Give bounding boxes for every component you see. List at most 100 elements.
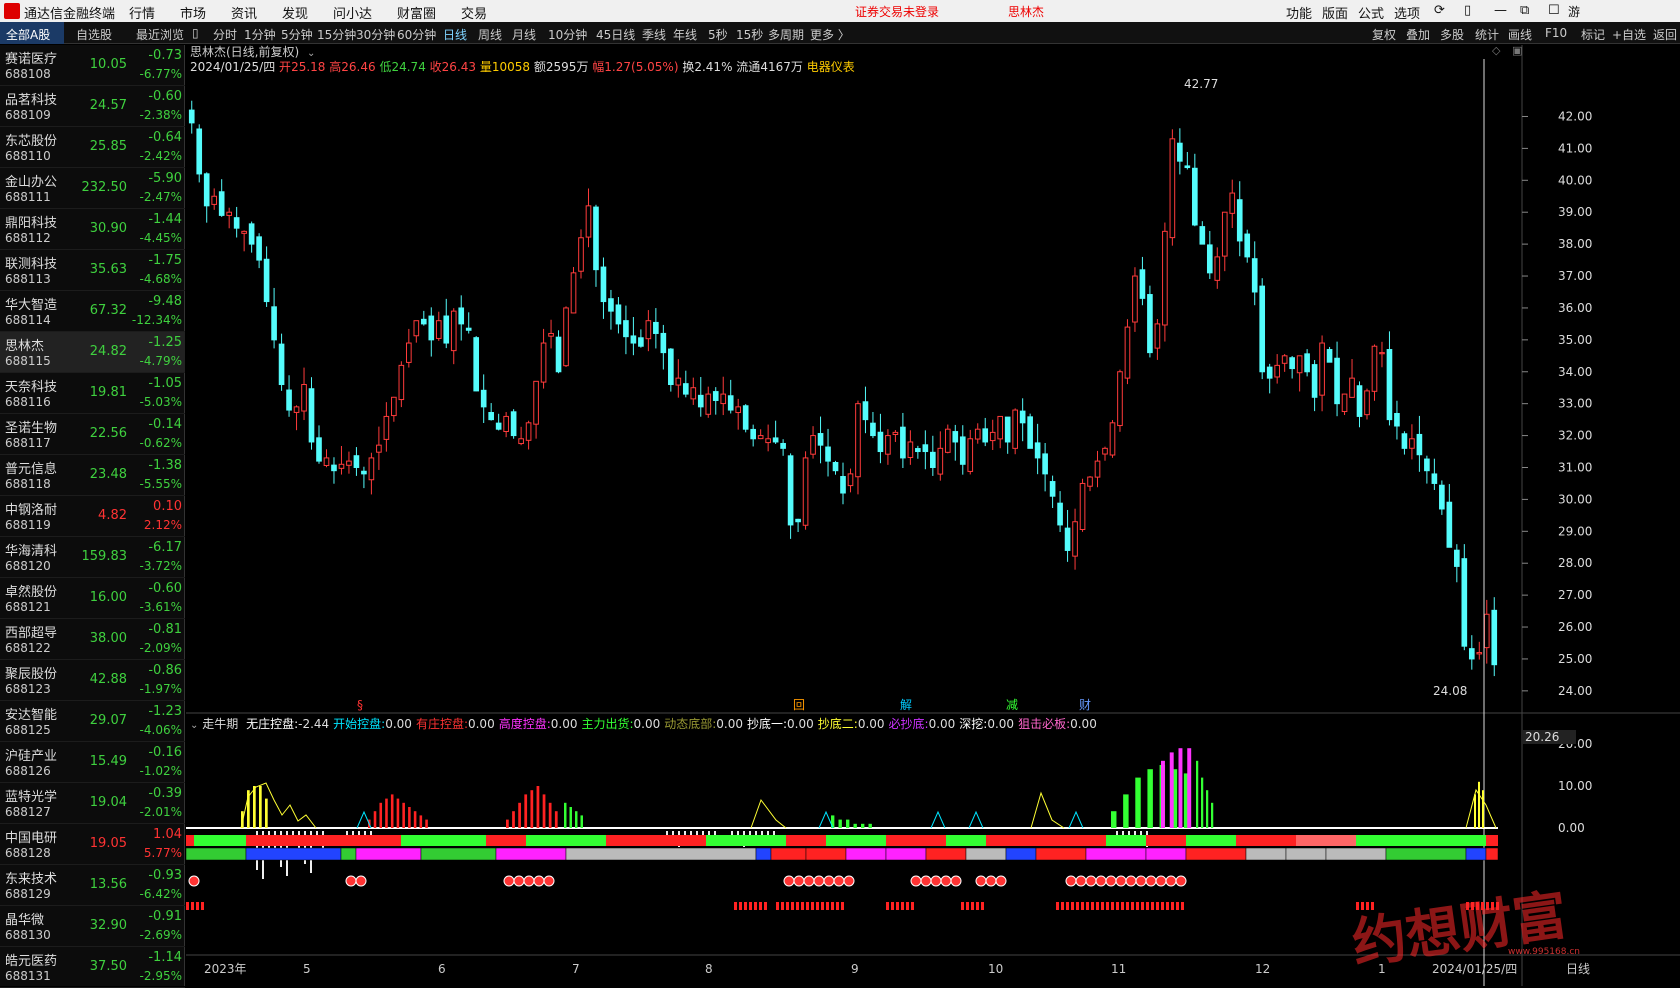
period-tab-8[interactable]: 月线 [512,26,536,43]
signal-pill [823,875,835,887]
stock-row[interactable]: 天奈科技 688116 19.81 -1.05 -5.03% [0,373,185,414]
candle [959,436,966,465]
candle [1206,244,1213,274]
signal-pill [1155,875,1167,887]
refresh-icon[interactable]: ⟳ [1434,3,1445,18]
signal-pill [1065,875,1077,887]
y-tick-label: 35.00 [1558,333,1592,347]
signal-band-1 [1106,835,1146,846]
period-tab-3[interactable]: 15分钟 [317,26,356,43]
period-tab-1[interactable]: 1分钟 [244,26,276,43]
indicator-dropdown-icon[interactable]: ⌄ [190,720,198,731]
stock-row[interactable]: 赛诺医疗 688108 10.05 -0.73 -6.77% [0,45,185,86]
period-tab-9[interactable]: 10分钟 [548,26,587,43]
signal-band-1 [946,835,986,846]
menu-function[interactable]: 功能 [1286,3,1312,22]
menu-formula[interactable]: 公式 [1358,3,1384,22]
stock-row[interactable]: 联测科技 688113 35.63 -1.75 -4.68% [0,250,185,291]
period-tab-16[interactable]: 更多 〉 [810,26,850,43]
period-tab-4[interactable]: 30分钟 [356,26,395,43]
period-tab-10[interactable]: 45日线 [596,26,635,43]
chart-tool-button-4[interactable]: 画线 [1508,26,1532,43]
menu-news[interactable]: 资讯 [231,3,257,22]
tab-watchlist[interactable]: 自选股 [70,22,118,44]
stock-row[interactable]: 西部超导 688122 38.00 -0.81 -2.09% [0,619,185,660]
chart-tool-button-8[interactable]: 返回 [1653,26,1677,43]
indicator-bar [506,819,509,828]
stock-row[interactable]: 鼎阳科技 688112 30.90 -1.44 -4.45% [0,209,185,250]
stock-row[interactable]: 华海清科 688120 159.83 -6.17 -3.72% [0,537,185,578]
signal-square [1131,902,1134,910]
period-tab-6[interactable]: 日线 [443,26,467,43]
login-notice[interactable]: 证券交易未登录 [855,3,939,20]
stock-row[interactable]: 东来技术 688129 13.56 -0.93 -6.42% [0,865,185,906]
period-tab-13[interactable]: 5秒 [708,26,728,43]
candle [1049,481,1056,497]
stock-price: 23.48 [89,467,127,482]
indicator-bar [1196,760,1199,828]
period-tab-2[interactable]: 5分钟 [281,26,313,43]
indicator-curve [1465,788,1497,829]
menu-market2[interactable]: 市场 [180,3,206,22]
stock-row[interactable]: 聚辰股份 688123 42.88 -0.86 -1.97% [0,660,185,701]
minimize-icon[interactable]: — [1494,3,1507,18]
candle [413,320,420,337]
menu-ask[interactable]: 问小达 [333,3,372,22]
signal-square [841,902,844,910]
signal-square [201,902,204,910]
stock-row[interactable]: 中国电研 688128 19.05 1.04 5.77% [0,824,185,865]
stock-price: 42.88 [89,672,127,687]
period-tab-11[interactable]: 季线 [642,26,666,43]
tab-recent[interactable]: 最近浏览 [130,22,190,44]
chart-tool-button-7[interactable]: +自选 [1612,26,1646,43]
indicator-value: 0.00 [633,717,661,731]
candle [1326,349,1333,363]
stock-row[interactable]: 晶华微 688130 32.90 -0.91 -2.69% [0,906,185,947]
menu-market[interactable]: 行情 [129,3,155,22]
indicator-name[interactable]: 走牛期 [202,717,238,731]
menu-options[interactable]: 选项 [1394,3,1420,22]
chart-tool-button-5[interactable]: F10 [1545,26,1567,40]
sidebar-toggle-icon[interactable]: ▯ [192,26,199,40]
stock-row[interactable]: 皓元医药 688131 37.50 -1.14 -2.95% [0,947,185,988]
chart-tool-button-3[interactable]: 统计 [1475,26,1499,43]
phone-icon[interactable]: ▯ [1464,3,1471,18]
stock-row[interactable]: 华大智造 688114 67.32 -9.48 -12.34% [0,291,185,332]
stock-row[interactable]: 安达智能 688125 29.07 -1.23 -4.06% [0,701,185,742]
stock-row[interactable]: 圣诺生物 688117 22.56 -0.14 -0.62% [0,414,185,455]
stock-code: 688123 [5,682,51,696]
stock-change: -1.14 [148,950,182,965]
signal-band-2 [755,847,772,861]
stock-row[interactable]: 蓝特光学 688127 19.04 -0.39 -2.01% [0,783,185,824]
menu-wealth[interactable]: 财富圈 [397,3,436,22]
chart-tool-button-1[interactable]: 叠加 [1406,26,1430,43]
restore-icon[interactable]: ⧉ [1520,3,1529,18]
stock-row[interactable]: 品茗科技 688109 24.57 -0.60 -2.38% [0,86,185,127]
stock-change: -9.48 [148,294,182,309]
stock-row[interactable]: 沪硅产业 688126 15.49 -0.16 -1.02% [0,742,185,783]
period-tab-5[interactable]: 60分钟 [397,26,436,43]
tab-all-a-shares[interactable]: 全部A股 [0,22,64,44]
stock-row[interactable]: 普元信息 688118 23.48 -1.38 -5.55% [0,455,185,496]
stock-row[interactable]: 思林杰 688115 24.82 -1.25 -4.79% [0,332,185,373]
stock-row[interactable]: 卓然股份 688121 16.00 -0.60 -3.61% [0,578,185,619]
menu-discover[interactable]: 发现 [282,3,308,22]
period-tab-0[interactable]: 分时 [213,26,237,43]
stock-row[interactable]: 中钢洛耐 688119 4.82 0.10 2.12% [0,496,185,537]
menu-layout[interactable]: 版面 [1322,3,1348,22]
signal-pill [1135,875,1147,887]
period-tab-14[interactable]: 15秒 [736,26,763,43]
maximize-icon[interactable]: ☐ [1548,3,1560,18]
candle [1454,549,1460,567]
kline-chart[interactable]: 42.00 41.00 40.00 39.00 38.00 37.00 36.00 35.00… [186,45,1680,986]
period-tab-15[interactable]: 多周期 [768,26,804,43]
stock-pct: -2.47% [139,190,182,204]
stock-row[interactable]: 东芯股份 688110 25.85 -0.64 -2.42% [0,127,185,168]
menu-trade[interactable]: 交易 [461,3,487,22]
chart-tool-button-0[interactable]: 复权 [1372,26,1396,43]
chart-tool-button-2[interactable]: 多股 [1440,26,1464,43]
chart-tool-button-6[interactable]: 标记 [1581,26,1605,43]
period-tab-12[interactable]: 年线 [673,26,697,43]
stock-row[interactable]: 金山办公 688111 232.50 -5.90 -2.47% [0,168,185,209]
period-tab-7[interactable]: 周线 [478,26,502,43]
